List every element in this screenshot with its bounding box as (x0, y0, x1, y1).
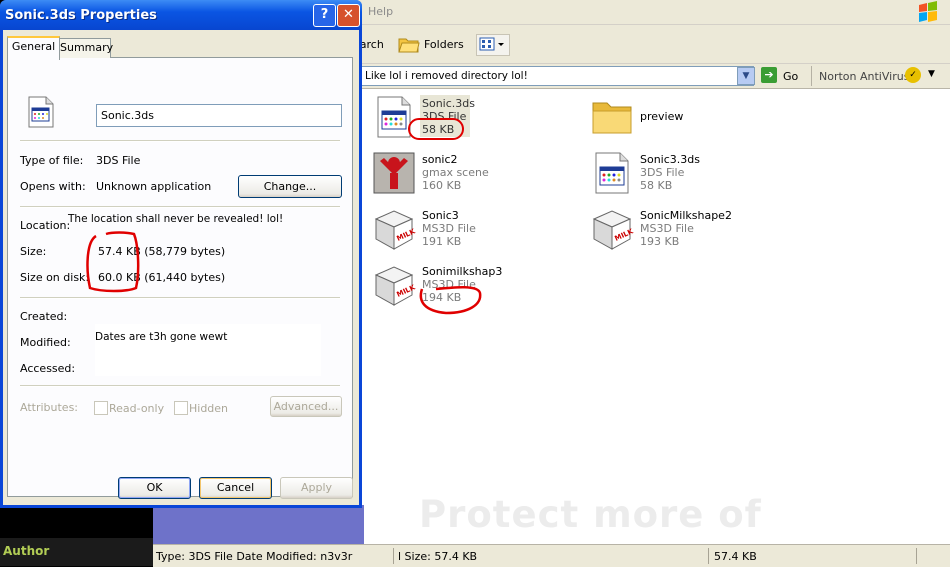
status-bar: Type: 3DS File Date Modified: n3v3r l Si… (153, 544, 950, 567)
file-name: Sonimilkshap3 (422, 265, 503, 278)
opens-with-value: Unknown application (96, 180, 212, 193)
file-size: 191 KB (422, 235, 462, 248)
dates-overlay: Dates are t3h gone wewt (95, 324, 321, 376)
norton-icon[interactable]: ✓ (905, 67, 921, 83)
desktop-background (153, 505, 364, 544)
file-name: Sonic3 (422, 209, 459, 222)
file-item[interactable]: Sonic.3ds 3DS File 58 KB (372, 95, 582, 143)
separator (708, 548, 709, 564)
location-label: Location: (20, 219, 71, 232)
red-annotation-circle (408, 118, 464, 140)
divider (20, 297, 340, 299)
norton-antivirus-button[interactable]: Norton AntiVirus (819, 70, 909, 83)
file-size: 193 KB (640, 235, 680, 248)
separator (393, 548, 394, 564)
folders-icon (398, 38, 420, 53)
address-value: Like lol i removed directory lol! (365, 70, 528, 82)
menu-help[interactable]: Help (368, 5, 393, 18)
file-size: 160 KB (422, 179, 462, 192)
dialog-titlebar[interactable]: Sonic.3ds Properties ? ✕ (0, 0, 362, 30)
location-value: The location shall never be revealed! lo… (68, 213, 284, 225)
dates-value: Dates are t3h gone wewt (95, 331, 228, 343)
3ds-file-icon (28, 96, 54, 128)
readonly-label: Read-only (109, 402, 165, 415)
author-label: Author (3, 544, 50, 558)
red-annotation-circle (86, 231, 140, 293)
status-size: l Size: 57.4 KB (398, 550, 478, 563)
file-item[interactable]: Sonic3.3ds 3DS File 58 KB (590, 151, 800, 199)
type-label: Type of file: (20, 154, 84, 167)
close-button[interactable]: ✕ (337, 4, 360, 27)
hidden-label: Hidden (189, 402, 229, 415)
go-button[interactable]: Go (783, 70, 798, 83)
windows-logo-icon (919, 1, 937, 22)
author-strip: Author (0, 538, 153, 566)
milkshape-icon: MILK (592, 210, 634, 250)
file-name: preview (640, 110, 684, 123)
separator (811, 66, 812, 86)
help-button[interactable]: ? (313, 4, 336, 27)
dialog-body: Sonic.3ds Type of file: 3DS File Opens w… (3, 30, 359, 505)
question-icon: ? (320, 7, 329, 22)
modified-label: Modified: (20, 336, 71, 349)
general-tab-page: Sonic.3ds Type of file: 3DS File Opens w… (7, 57, 353, 497)
file-item[interactable]: sonic2 gmax scene 160 KB (372, 151, 582, 199)
chevron-down-icon[interactable]: ▼ (928, 69, 935, 79)
properties-dialog: Sonic.3ds Properties ? ✕ Sonic.3ds Type … (0, 0, 362, 508)
folders-button[interactable]: Folders (424, 38, 464, 51)
type-value: 3DS File (96, 154, 141, 167)
hidden-checkbox[interactable] (174, 401, 188, 415)
filename-input[interactable]: Sonic.3ds (96, 104, 342, 127)
status-total: 57.4 KB (714, 550, 757, 563)
go-arrow-icon[interactable]: ➔ (761, 67, 777, 83)
file-name: Sonic3.3ds (640, 153, 700, 166)
file-size: 58 KB (640, 179, 673, 192)
background-area (0, 508, 153, 538)
file-type: gmax scene (422, 166, 489, 179)
filename-value: Sonic.3ds (101, 109, 154, 122)
watermark-text: Protect more of (419, 493, 762, 536)
dialog-title: Sonic.3ds Properties (5, 8, 157, 23)
opens-with-label: Opens with: (20, 180, 86, 193)
readonly-checkbox[interactable] (94, 401, 108, 415)
close-icon: ✕ (343, 7, 354, 22)
3ds-file-icon (595, 152, 629, 194)
attributes-label: Attributes: (20, 401, 79, 414)
change-button[interactable]: Change... (238, 175, 342, 198)
size-label: Size: (20, 245, 47, 258)
file-type: MS3D File (640, 222, 694, 235)
milkshape-icon: MILK (374, 210, 416, 250)
cancel-button[interactable]: Cancel (199, 477, 272, 499)
file-item[interactable]: MILK Sonic3 MS3D File 191 KB (372, 207, 582, 255)
file-list: Protect more of Sonic.3ds 3DS File 58 KB… (364, 89, 950, 544)
tab-summary[interactable]: Summary (59, 38, 113, 58)
divider (20, 140, 340, 142)
file-name: Sonic.3ds (422, 97, 475, 110)
file-type: 3DS File (640, 166, 685, 179)
size-on-disk-label: Size on disk: (20, 271, 90, 284)
address-input[interactable]: Like lol i removed directory lol! (359, 66, 754, 86)
file-item[interactable]: MILK SonicMilkshape2 MS3D File 193 KB (590, 207, 800, 255)
accessed-label: Accessed: (20, 362, 76, 375)
advanced-button[interactable]: Advanced... (270, 396, 342, 417)
separator (916, 548, 917, 564)
status-type: Type: 3DS File Date Modified: n3v3r (156, 550, 353, 563)
divider (20, 206, 340, 208)
milkshape-icon: MILK (374, 266, 416, 306)
gmax-icon (373, 152, 415, 194)
tab-general[interactable]: General (7, 36, 60, 60)
file-type: MS3D File (422, 222, 476, 235)
ok-button[interactable]: OK (118, 477, 191, 499)
chevron-down-icon[interactable]: ▼ (737, 67, 755, 85)
created-label: Created: (20, 310, 68, 323)
folder-icon (592, 102, 632, 134)
views-icon (479, 37, 504, 51)
file-name: SonicMilkshape2 (640, 209, 732, 222)
red-annotation-circle (419, 286, 482, 315)
views-button[interactable] (476, 34, 510, 56)
file-name: sonic2 (422, 153, 458, 166)
file-item[interactable]: preview (590, 95, 800, 143)
apply-button[interactable]: Apply (280, 477, 353, 499)
divider (20, 385, 340, 387)
